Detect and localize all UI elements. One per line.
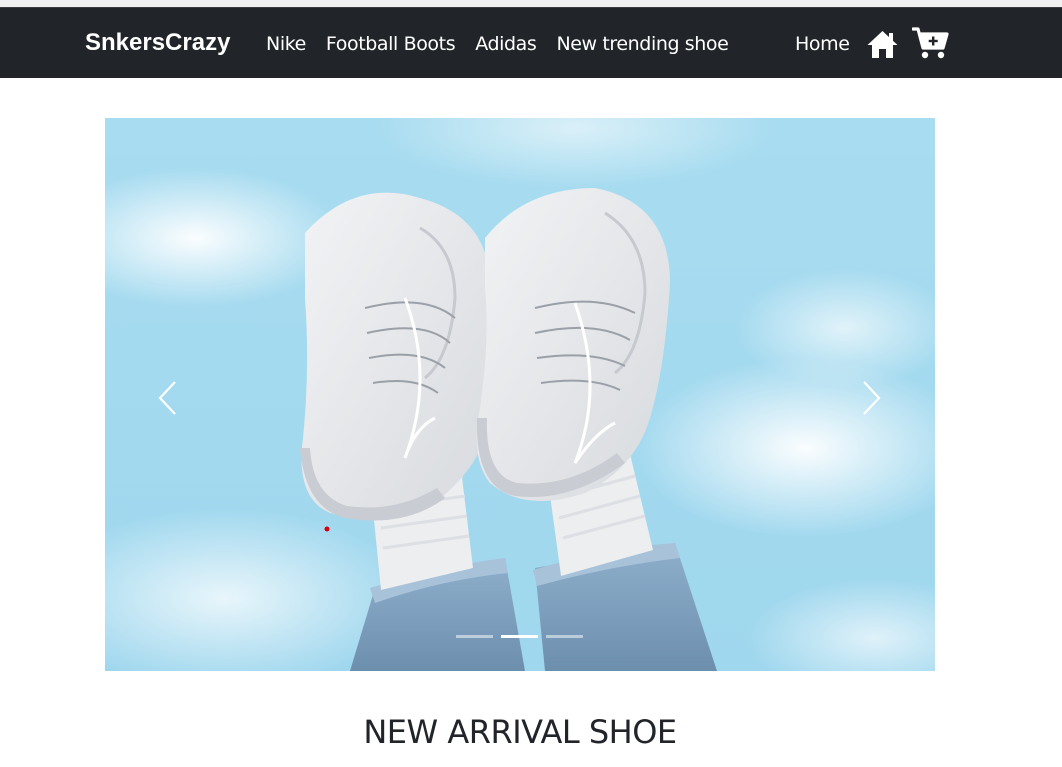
carousel-indicator-2[interactable] — [501, 635, 538, 638]
carousel-indicators — [456, 635, 583, 638]
hero-carousel — [105, 118, 935, 671]
navbar: SnkersCrazy Nike Football Boots Adidas N… — [0, 8, 1062, 78]
home-icon[interactable] — [866, 29, 899, 60]
chevron-left-icon — [158, 381, 176, 415]
nav-item: Football Boots — [326, 30, 456, 58]
nav-item: Nike — [266, 30, 306, 58]
chevron-right-icon — [863, 381, 881, 415]
brand-logo[interactable]: SnkersCrazy — [85, 28, 230, 58]
nav-item: Adidas — [475, 30, 537, 58]
nav-link-football-boots[interactable]: Football Boots — [326, 33, 456, 55]
carousel-indicator-3[interactable] — [546, 635, 583, 638]
nav-links: Nike Football Boots Adidas New trending … — [266, 30, 729, 58]
nav-item: New trending shoe — [556, 30, 728, 58]
nav-link-new-trending[interactable]: New trending shoe — [556, 33, 728, 55]
window-top-strip — [0, 0, 1062, 8]
carousel-indicator-1[interactable] — [456, 635, 493, 638]
hero-image — [105, 118, 935, 671]
nav-link-nike[interactable]: Nike — [266, 33, 306, 55]
cart-icon[interactable] — [912, 26, 949, 60]
carousel-prev-button[interactable] — [137, 373, 197, 423]
section-heading: NEW ARRIVAL SHOE — [363, 713, 677, 751]
nav-link-home[interactable]: Home — [795, 30, 850, 58]
nav-link-adidas[interactable]: Adidas — [475, 33, 537, 55]
carousel-next-button[interactable] — [842, 373, 902, 423]
